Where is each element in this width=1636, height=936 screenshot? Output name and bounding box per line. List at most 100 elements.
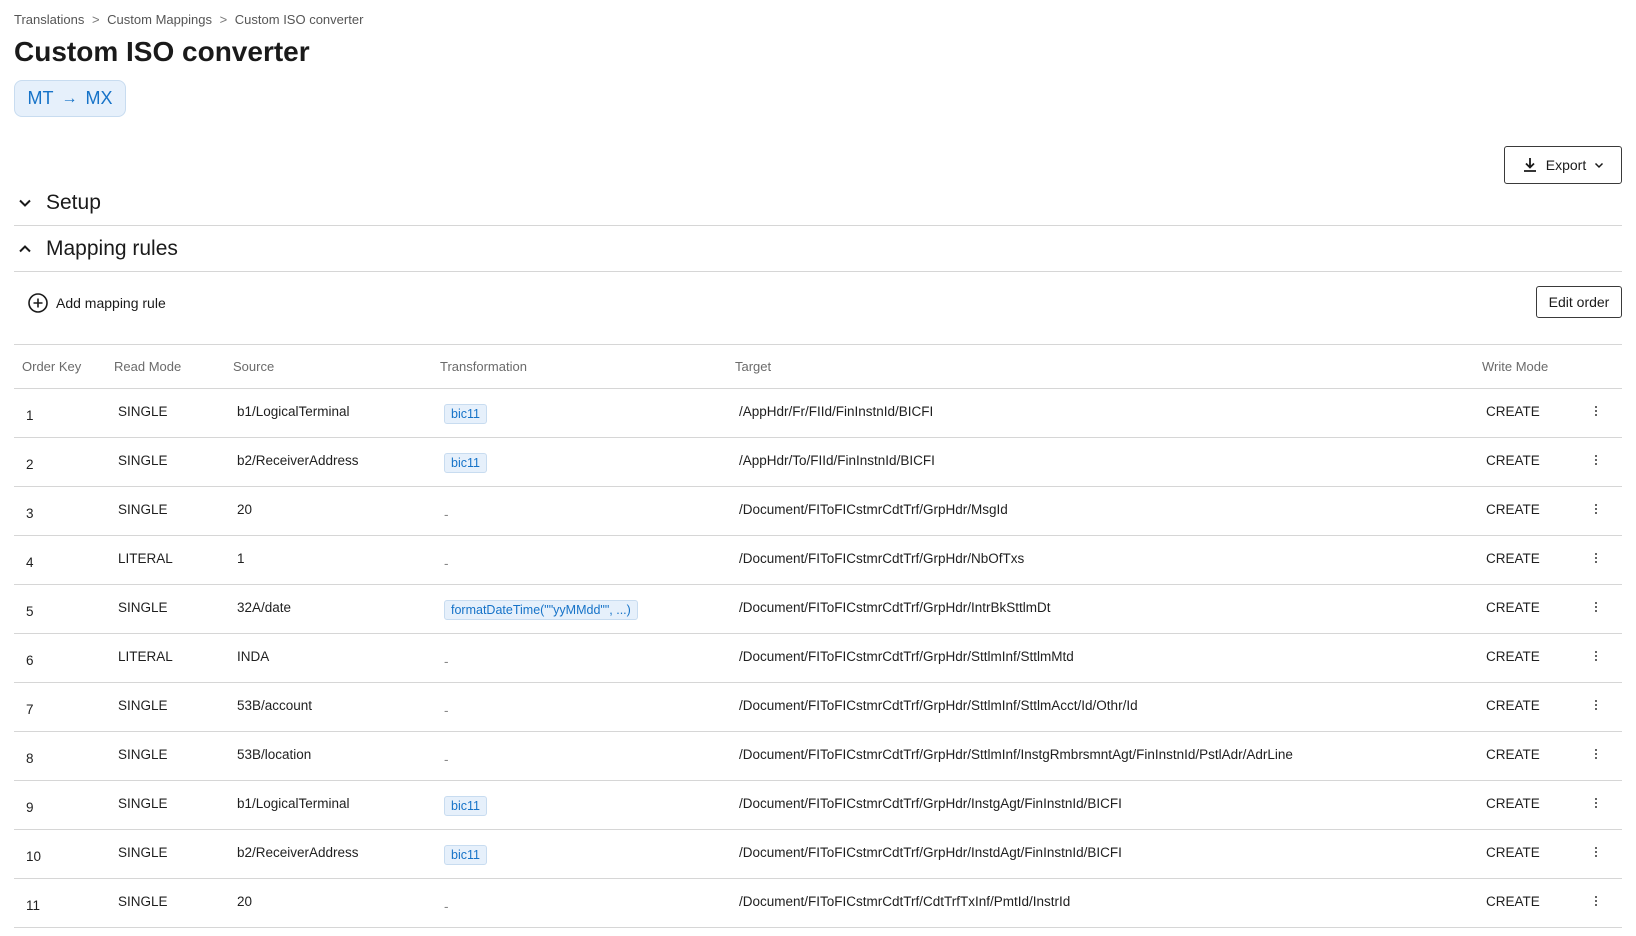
- cell-write-mode: CREATE: [1486, 796, 1540, 811]
- cell-target: /Document/FIToFICstmrCdtTrf/GrpHdr/MsgId: [739, 502, 1008, 517]
- breadcrumb-item-translations[interactable]: Translations: [14, 12, 84, 27]
- cell-transformation: -: [444, 654, 449, 669]
- edit-order-button[interactable]: Edit order: [1536, 286, 1622, 318]
- row-menu-icon[interactable]: [1595, 602, 1597, 612]
- cell-order-key: 10: [26, 849, 42, 864]
- section-setup-title: Setup: [46, 190, 101, 214]
- cell-transformation: -: [444, 899, 449, 914]
- cell-source: 53B/location: [237, 747, 312, 762]
- table-row: 3 SINGLE 20 - /Document/FIToFICstmrCdtTrf/Gr…: [14, 487, 1622, 536]
- cell-transformation: -: [444, 556, 449, 571]
- breadcrumb-item-custom-mappings[interactable]: Custom Mappings: [107, 12, 212, 27]
- cell-order-key: 7: [26, 702, 34, 717]
- cell-order-key: 8: [26, 751, 34, 766]
- cell-transformation: -: [444, 752, 449, 767]
- cell-order-key: 3: [26, 506, 34, 521]
- cell-source: b2/ReceiverAddress: [237, 453, 359, 468]
- table-header: Order Key Read Mode Source Transformatio…: [14, 345, 1622, 389]
- cell-order-key: 6: [26, 653, 34, 668]
- transformation-tag[interactable]: bic11: [444, 404, 487, 424]
- table-row: 6 LITERAL INDA - /Document/FIToFICstmrCdtTrf…: [14, 634, 1622, 683]
- cell-transformation: -: [444, 507, 449, 522]
- direction-from: MT: [27, 88, 54, 108]
- section-mapping-title: Mapping rules: [46, 236, 178, 260]
- cell-order-key: 11: [26, 898, 41, 913]
- cell-read-mode: SINGLE: [118, 600, 168, 615]
- cell-write-mode: CREATE: [1486, 551, 1540, 566]
- cell-source: b1/LogicalTerminal: [237, 404, 350, 419]
- cell-source: 20: [237, 502, 253, 517]
- cell-source: 32A/date: [237, 600, 292, 615]
- cell-source: 20: [237, 894, 253, 909]
- breadcrumb-separator: >: [91, 12, 100, 27]
- table-row: 2 SINGLE b2/ReceiverAddress bic11/AppHdr/To…: [14, 438, 1622, 487]
- table-row: 9 SINGLE b1/LogicalTerminal bic11/Document/…: [14, 781, 1622, 830]
- cell-target: /Document/FIToFICstmrCdtTrf/GrpHdr/Instd…: [739, 845, 1122, 860]
- cell-source: 53B/account: [237, 698, 313, 713]
- direction-chip: MT → MX: [14, 80, 126, 117]
- column-header-transformation: Transformation: [440, 359, 527, 374]
- cell-target: /Document/FIToFICstmrCdtTrf/GrpHdr/NbOfT…: [739, 551, 1025, 566]
- transformation-tag[interactable]: bic11: [444, 845, 487, 865]
- cell-read-mode: SINGLE: [118, 796, 168, 811]
- export-label: Export: [1545, 157, 1587, 173]
- cell-read-mode: LITERAL: [118, 649, 173, 664]
- cell-write-mode: CREATE: [1486, 698, 1540, 713]
- row-menu-icon[interactable]: [1595, 553, 1597, 563]
- row-menu-icon[interactable]: [1595, 896, 1597, 906]
- chevron-down-icon: [1595, 162, 1604, 169]
- row-menu-icon[interactable]: [1595, 651, 1597, 661]
- row-menu-icon[interactable]: [1595, 700, 1597, 710]
- column-header-write-mode: Write Mode: [1482, 359, 1549, 374]
- cell-read-mode: SINGLE: [118, 502, 168, 517]
- cell-write-mode: CREATE: [1486, 453, 1540, 468]
- breadcrumb-separator: >: [219, 12, 228, 27]
- cell-write-mode: CREATE: [1486, 649, 1540, 664]
- cell-read-mode: SINGLE: [118, 404, 168, 419]
- transformation-tag[interactable]: formatDateTime(""yyMMdd"", ...): [444, 600, 638, 620]
- row-menu-icon[interactable]: [1595, 406, 1597, 416]
- cell-order-key: 1: [26, 408, 34, 423]
- chevron-up-icon: [19, 244, 31, 252]
- column-header-source: Source: [233, 359, 275, 374]
- cell-order-key: 9: [26, 800, 34, 815]
- transformation-tag[interactable]: bic11: [444, 796, 487, 816]
- cell-write-mode: CREATE: [1486, 747, 1540, 762]
- cell-target: /Document/FIToFICstmrCdtTrf/GrpHdr/Sttlm…: [739, 698, 1138, 713]
- table-body: 1 SINGLE b1/LogicalTerminal bic11/AppHdr/Fr…: [14, 389, 1622, 928]
- cell-read-mode: SINGLE: [118, 894, 168, 909]
- export-button[interactable]: Export: [1504, 146, 1622, 184]
- cell-source: b2/ReceiverAddress: [237, 845, 359, 860]
- add-mapping-rule-button[interactable]: Add mapping rule: [28, 293, 166, 313]
- page-title: Custom ISO converter: [14, 36, 310, 67]
- cell-read-mode: SINGLE: [118, 747, 168, 762]
- chevron-down-icon: [19, 199, 31, 207]
- table-row: 8 SINGLE 53B/location - /Document/FIToFICstm…: [14, 732, 1622, 781]
- cell-source: b1/LogicalTerminal: [237, 796, 350, 811]
- table-row: 10 SINGLE b2/ReceiverAddress bic11/Document…: [14, 830, 1622, 879]
- cell-target: /AppHdr/Fr/FIId/FinInstnId/BICFI: [739, 404, 934, 419]
- cell-target: /Document/FIToFICstmrCdtTrf/GrpHdr/Instg…: [739, 796, 1122, 811]
- row-menu-icon[interactable]: [1595, 847, 1597, 857]
- add-circle-icon: [28, 293, 48, 313]
- section-mapping-rules[interactable]: Mapping rules: [14, 226, 1622, 272]
- cell-write-mode: CREATE: [1486, 404, 1540, 419]
- column-header-target: Target: [735, 359, 772, 374]
- cell-write-mode: CREATE: [1486, 502, 1540, 517]
- cell-target: /Document/FIToFICstmrCdtTrf/GrpHdr/Sttlm…: [739, 649, 1074, 664]
- cell-target: /Document/FIToFICstmrCdtTrf/GrpHdr/IntrB…: [739, 600, 1051, 615]
- transformation-tag[interactable]: bic11: [444, 453, 487, 473]
- cell-read-mode: SINGLE: [118, 845, 168, 860]
- arrow-right-icon: →: [61, 89, 78, 107]
- download-icon: [1523, 158, 1536, 172]
- row-menu-icon[interactable]: [1595, 504, 1597, 514]
- row-menu-icon[interactable]: [1595, 749, 1597, 759]
- cell-source: 1: [237, 551, 245, 566]
- row-menu-icon[interactable]: [1595, 798, 1597, 808]
- breadcrumb-item-current: Custom ISO converter: [234, 12, 364, 27]
- section-setup[interactable]: Setup: [14, 180, 1622, 226]
- cell-order-key: 4: [26, 555, 34, 570]
- cell-target: /AppHdr/To/FIId/FinInstnId/BICFI: [739, 453, 935, 468]
- cell-read-mode: SINGLE: [118, 698, 168, 713]
- row-menu-icon[interactable]: [1595, 455, 1597, 465]
